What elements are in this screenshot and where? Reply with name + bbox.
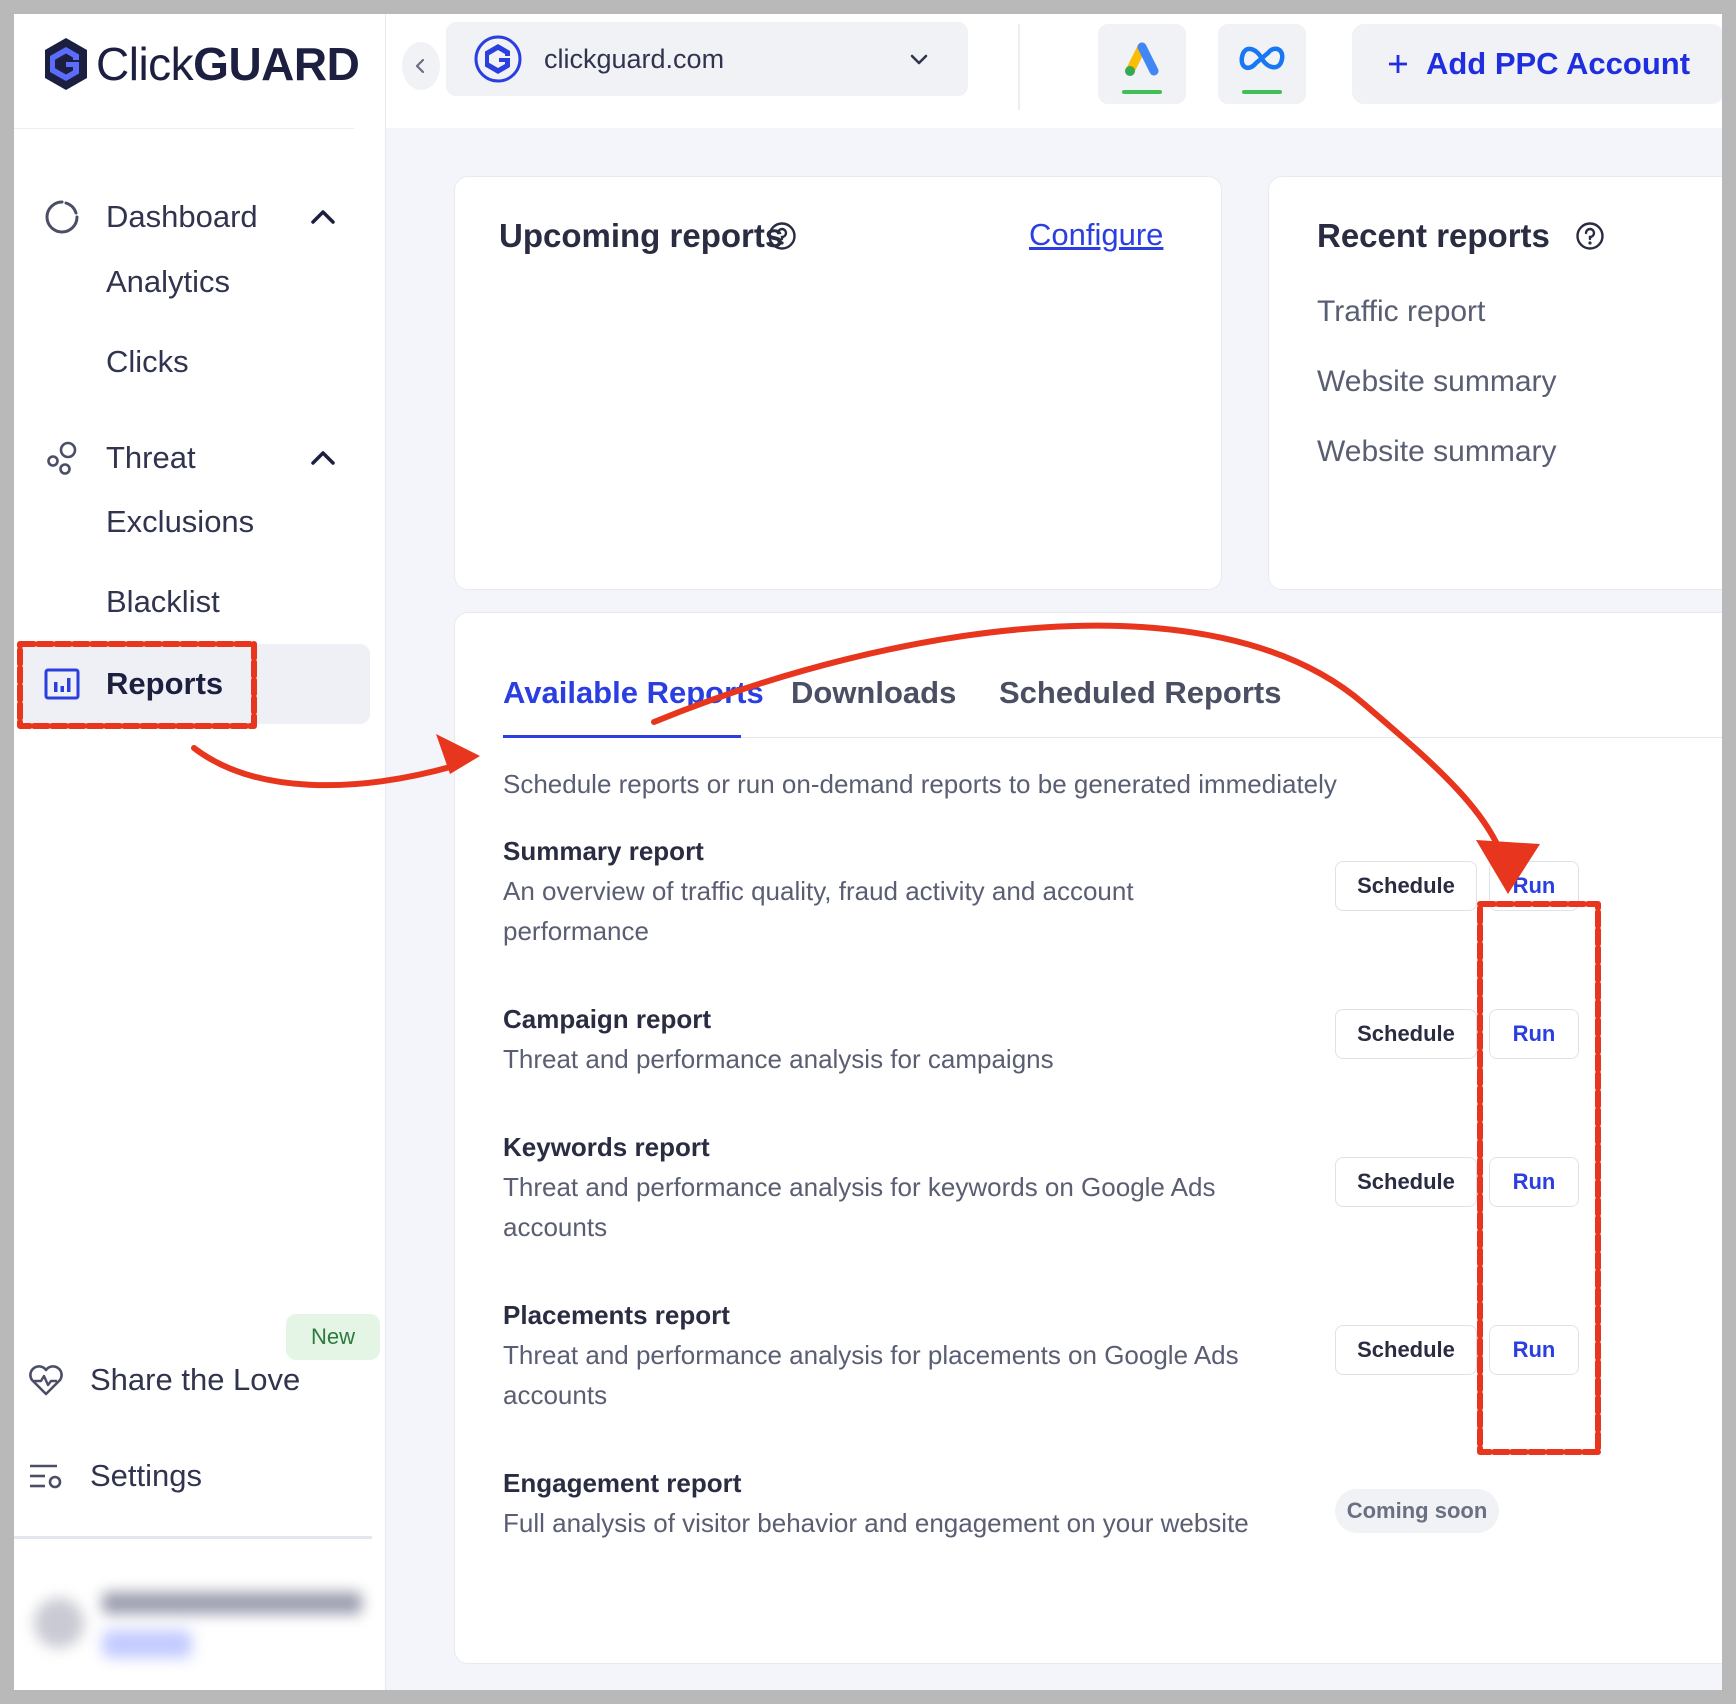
annotation-arrow-to-run [651, 622, 1511, 877]
arrowhead-icon [1476, 840, 1540, 894]
app-window: ClickGUARD Dashboard Analytics Clicks Th… [14, 14, 1722, 1690]
annotation-box-reports [17, 641, 257, 729]
annotation-arrow-to-tabs [191, 745, 457, 789]
annotation-overlay [17, 622, 1601, 1455]
annotation-box-run-buttons [1477, 901, 1601, 1455]
